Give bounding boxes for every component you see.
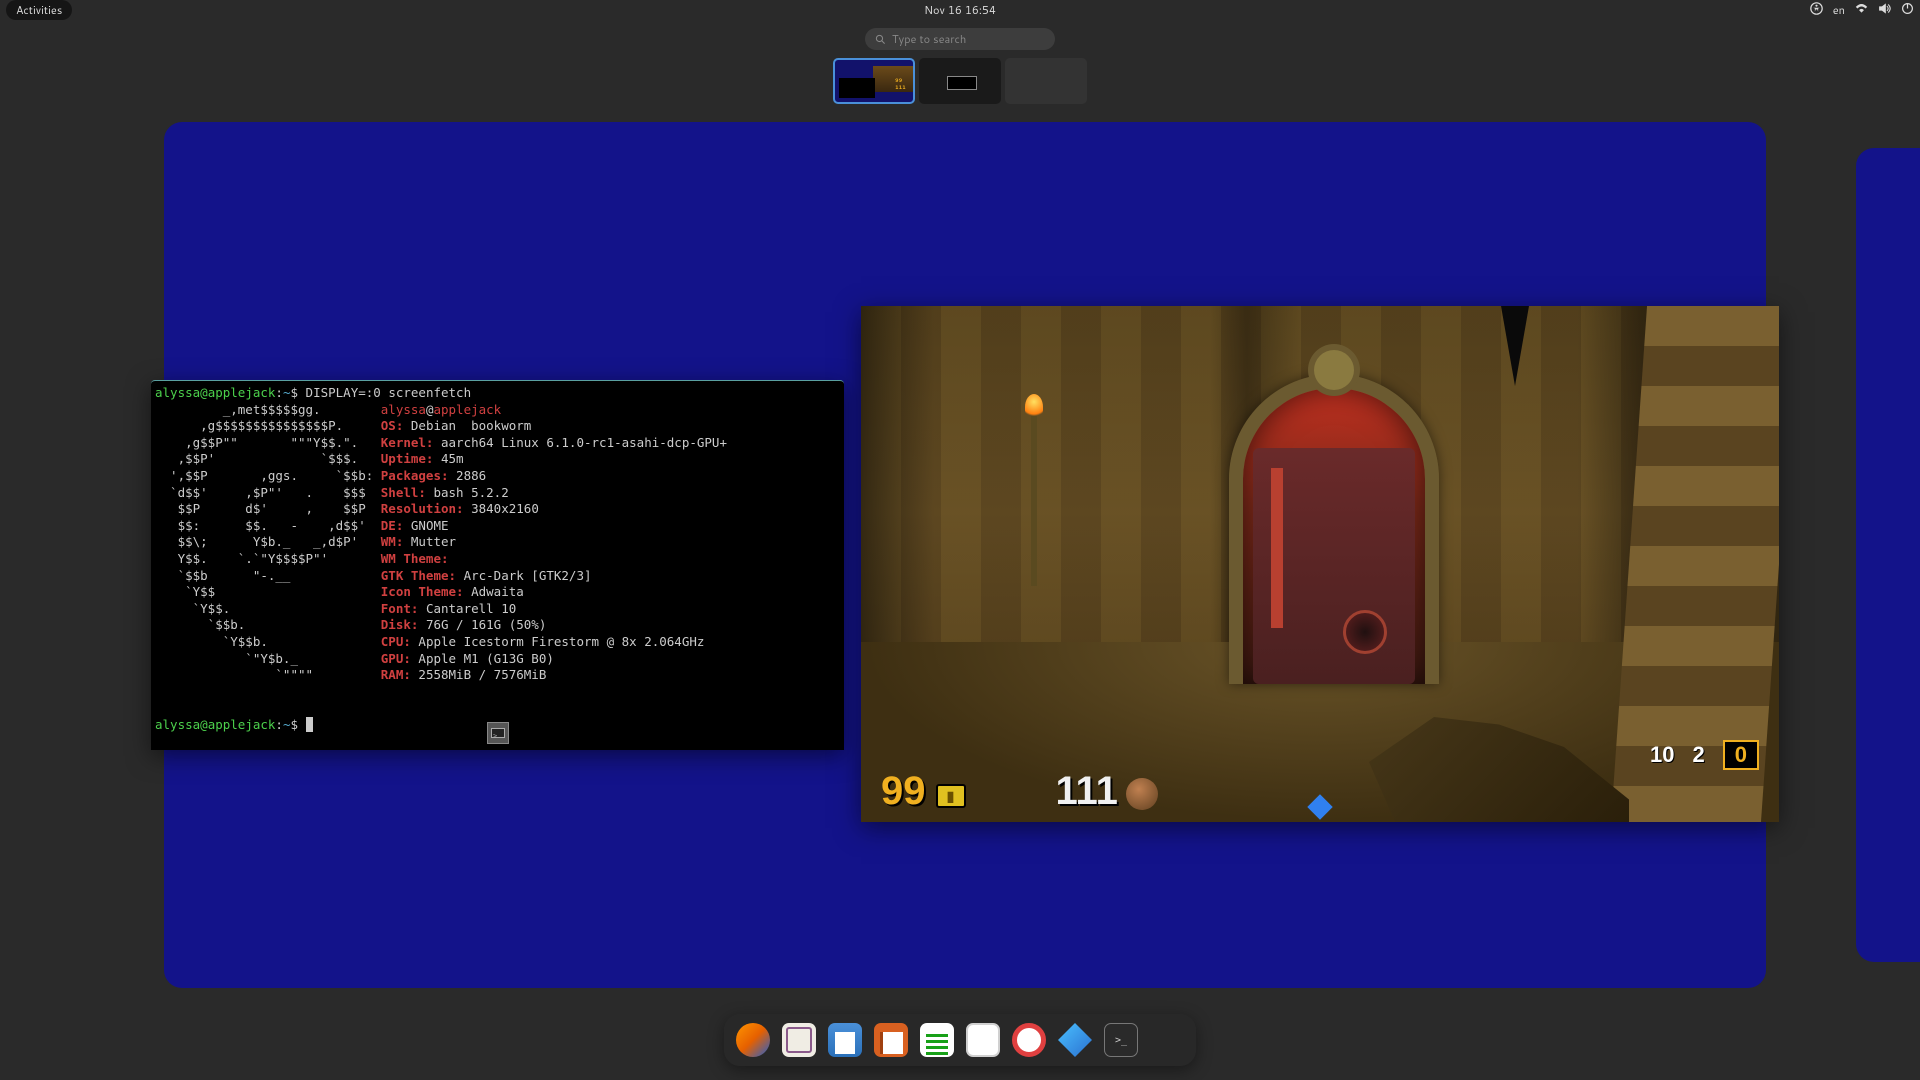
terminal-app-icon	[487, 722, 509, 744]
dock-files[interactable]	[782, 1023, 816, 1057]
workspace-2-peek[interactable]	[1856, 148, 1920, 962]
keyboard-lang[interactable]: en	[1833, 2, 1845, 18]
hud-armor-value: 99	[881, 769, 926, 814]
workspace-thumb-1[interactable]: 99 111	[833, 58, 915, 104]
dock-rhythmbox[interactable]	[1058, 1023, 1092, 1057]
search-icon	[875, 34, 886, 45]
workspace-thumb-3[interactable]	[1005, 58, 1087, 104]
workspace-1[interactable]: alyssa@applejack:~$ DISPLAY=:0 screenfet…	[164, 122, 1766, 988]
game-hud: 99 ▮ 111	[861, 764, 1779, 814]
hud-health-value: 111	[1056, 769, 1118, 814]
dock-calc[interactable]	[920, 1023, 954, 1057]
search-input[interactable]: Type to search	[865, 28, 1055, 50]
dock-software[interactable]	[966, 1023, 1000, 1057]
terminal-output: alyssa@applejack:~$ DISPLAY=:0 screenfet…	[151, 381, 844, 737]
player-head-icon	[1126, 778, 1158, 810]
top-bar: Activities Nov 16 16:54 en	[0, 0, 1920, 20]
workspace-thumb-2[interactable]	[919, 58, 1001, 104]
dock-impress[interactable]	[874, 1023, 908, 1057]
search-placeholder: Type to search	[892, 31, 966, 47]
armor-icon: ▮	[936, 784, 966, 808]
dock-writer[interactable]	[828, 1023, 862, 1057]
game-window[interactable]: 10 2 0 99 ▮ 111	[861, 306, 1779, 822]
accessibility-icon[interactable]	[1810, 2, 1823, 19]
dock-help[interactable]	[1012, 1023, 1046, 1057]
dock-show-apps[interactable]	[1150, 1023, 1184, 1057]
dock-terminal[interactable]	[1104, 1023, 1138, 1057]
activities-button[interactable]: Activities	[6, 0, 72, 20]
clock[interactable]: Nov 16 16:54	[924, 2, 996, 18]
workspace-thumbnails: 99 111	[833, 58, 1087, 104]
torch-icon	[1031, 416, 1037, 586]
dock-firefox[interactable]	[736, 1023, 770, 1057]
power-icon[interactable]	[1901, 2, 1914, 19]
volume-icon[interactable]	[1878, 2, 1891, 19]
wifi-icon[interactable]	[1855, 2, 1868, 19]
terminal-window[interactable]: alyssa@applejack:~$ DISPLAY=:0 screenfet…	[151, 380, 844, 750]
dock	[724, 1014, 1196, 1066]
archway	[1229, 374, 1439, 684]
system-tray[interactable]: en	[1810, 2, 1914, 19]
